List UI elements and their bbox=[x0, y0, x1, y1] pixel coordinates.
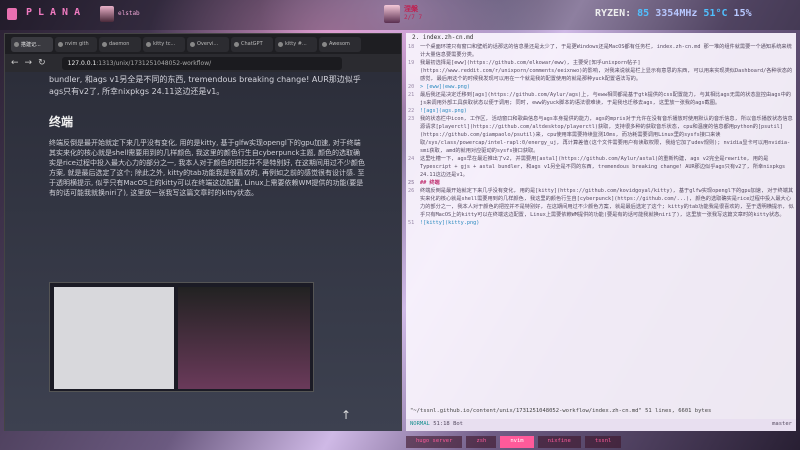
tab-favicon-icon bbox=[278, 41, 283, 47]
line-text: ## 终端 bbox=[420, 180, 440, 186]
editor-line[interactable]: 20 > [eww](eww.png) bbox=[406, 83, 796, 91]
tab-favicon-icon bbox=[146, 41, 151, 47]
kitty-tab[interactable]: nvim bbox=[500, 436, 534, 448]
media-time: 2/7 7 bbox=[404, 14, 423, 21]
line-number: 21 bbox=[408, 92, 415, 98]
paragraph: bundler, 和ags v1另全是不同的东西, tremendous bre… bbox=[49, 75, 361, 96]
line-number: 20 bbox=[408, 84, 415, 90]
browser-tab[interactable]: kitty tc... bbox=[143, 36, 185, 52]
memory-usage: 15% bbox=[733, 8, 752, 19]
line-number: 24 bbox=[408, 156, 415, 162]
browser-tab[interactable]: nvim gith bbox=[55, 36, 97, 52]
tab-favicon-icon bbox=[14, 41, 19, 47]
line-text: > [eww](eww.png) bbox=[420, 84, 470, 90]
line-number: 18 bbox=[408, 44, 415, 50]
line-text: ![ags](ags.png) bbox=[420, 108, 467, 114]
browser-tab[interactable]: Overvi... bbox=[187, 36, 229, 52]
browser-window: 搭建记... nvim gith daemon kitty tc... Over… bbox=[4, 33, 402, 431]
editor-mode: NORMAL bbox=[410, 421, 430, 427]
top-status-bar: PLANA elstab 涅槃 2/7 7 RYZEN: 85 3354MHz … bbox=[0, 0, 800, 30]
line-text: 这里吐槽一下, ags早在最近推出了v2, 并需要用[astal](https:… bbox=[420, 156, 786, 178]
editor-line[interactable]: 26 终端反倒是最开始就定下来几乎没有变化, 用的是[kitty](https:/… bbox=[406, 187, 796, 219]
line-number: 22 bbox=[408, 108, 415, 114]
editor-line[interactable]: 18 一个桌面环境只有窗口和壁纸的话那这的信息量还是太少了, 于是更Windows… bbox=[406, 43, 796, 59]
cursor-position: 51:18 bbox=[433, 421, 450, 427]
line-number: 26 bbox=[408, 188, 415, 194]
address-bar[interactable]: 127.0.0.1:1313/unix/1731251048052-workfl… bbox=[61, 56, 342, 70]
editor-line[interactable]: 51 ![kitty](kitty.png) bbox=[406, 219, 796, 227]
back-icon[interactable]: ← bbox=[11, 58, 19, 68]
editor-line[interactable]: 24 这里吐槽一下, ags早在最近推出了v2, 并需要用[astal](http… bbox=[406, 155, 796, 179]
kitty-tab[interactable]: tssnl bbox=[584, 436, 622, 448]
tab-favicon-icon bbox=[190, 41, 195, 47]
editor-line[interactable]: 25 ## 终端 bbox=[406, 179, 796, 187]
forward-icon[interactable]: → bbox=[25, 58, 33, 68]
cpu-label: RYZEN: bbox=[595, 8, 632, 19]
line-text: 我最初选择是[eww](https://github.com/elkowar/e… bbox=[420, 60, 793, 82]
cpu-temperature: 51°C bbox=[703, 8, 728, 19]
tab-favicon-icon bbox=[58, 41, 63, 47]
workspace-indicator[interactable] bbox=[7, 8, 17, 20]
line-text: 最后我还是决定迁移到[ags](https://github.com/Aylur… bbox=[420, 92, 791, 106]
scroll-position: Bot bbox=[453, 421, 463, 427]
line-text: ![kitty](kitty.png) bbox=[420, 220, 480, 226]
media-title: 涅槃 bbox=[404, 5, 418, 13]
paragraph: 终端反倒是最开始就定下来几乎没有变化, 用的是kitty, 基于glfw实现op… bbox=[49, 139, 365, 197]
client-title: elstab bbox=[118, 10, 140, 17]
kitty-tab[interactable]: nixfine bbox=[537, 436, 581, 448]
editor-line[interactable]: 22 ![ags](ags.png) bbox=[406, 107, 796, 115]
browser-tab-bar: 搭建记... nvim gith daemon kitty tc... Over… bbox=[5, 34, 401, 54]
line-text: 一个桌面环境只有窗口和壁纸的话那这的信息量还是太少了, 于是更Windows还是… bbox=[420, 44, 792, 58]
git-branch: master bbox=[772, 421, 792, 427]
browser-tab[interactable]: 搭建记... bbox=[11, 36, 53, 52]
album-art[interactable] bbox=[384, 5, 400, 23]
line-number: 25 bbox=[408, 180, 415, 186]
line-number: 51 bbox=[408, 220, 415, 226]
browser-tab[interactable]: ChatGPT bbox=[231, 36, 273, 52]
line-text: 我的状态栏中icon, 工作区, 活动窗口和歌曲信息与ags本身提供的能力, a… bbox=[420, 116, 793, 154]
client-avatar bbox=[100, 6, 114, 22]
editor-line[interactable]: 23 我的状态栏中icon, 工作区, 活动窗口和歌曲信息与ags本身提供的能力,… bbox=[406, 115, 796, 155]
line-number: 23 bbox=[408, 116, 415, 122]
editor-line[interactable]: 19 我最初选择是[eww](https://github.com/elkowar… bbox=[406, 59, 796, 83]
browser-tab[interactable]: Awesom bbox=[319, 36, 361, 52]
tab-favicon-icon bbox=[322, 41, 327, 47]
line-text: 终端反倒是最开始就定下来几乎没有变化, 用的是[kitty](https://g… bbox=[420, 188, 794, 218]
tab-favicon-icon bbox=[234, 41, 239, 47]
terminal-editor-window[interactable]: 2. index.zh-cn.md 18 一个桌面环境只有窗口和壁纸的话那这的信息… bbox=[406, 33, 796, 431]
scroll-to-top-icon[interactable]: ↑ bbox=[341, 408, 351, 422]
system-stats: RYZEN: 85 3354MHz 51°C 15% bbox=[595, 8, 752, 19]
kitty-tab[interactable]: hugo server bbox=[406, 436, 463, 448]
navigation-bar: ← → ↻ 127.0.0.1:1313/unix/1731251048052-… bbox=[5, 54, 401, 72]
kitty-screenshot-image[interactable] bbox=[49, 282, 314, 392]
browser-tab[interactable]: kitty #... bbox=[275, 36, 317, 52]
section-heading: 终端 bbox=[49, 115, 74, 129]
line-number: 19 bbox=[408, 60, 415, 66]
editor-line[interactable]: 21 最后我还是决定迁移到[ags](https://github.com/Ayl… bbox=[406, 91, 796, 107]
editor-buffer[interactable]: 18 一个桌面环境只有窗口和壁纸的话那这的信息量还是太少了, 于是更Windows… bbox=[406, 43, 796, 371]
kitty-tab[interactable]: zsh bbox=[466, 436, 497, 448]
browser-tab[interactable]: daemon bbox=[99, 36, 141, 52]
cpu-frequency: 3354MHz bbox=[655, 8, 698, 19]
editor-statusline: NORMAL 51:18 Bot master bbox=[406, 419, 796, 431]
command-line[interactable]: "~/tssnl.github.io/content/unix/17312510… bbox=[406, 406, 796, 417]
workspace-label: PLANA bbox=[26, 7, 87, 18]
kitty-tab-bar: hugo server zsh nvim nixfine tssnl bbox=[406, 436, 796, 448]
cpu-percent: 85 bbox=[637, 8, 650, 19]
tab-favicon-icon bbox=[102, 41, 107, 47]
editor-tab[interactable]: 2. index.zh-cn.md bbox=[406, 33, 796, 43]
reload-icon[interactable]: ↻ bbox=[38, 58, 46, 68]
